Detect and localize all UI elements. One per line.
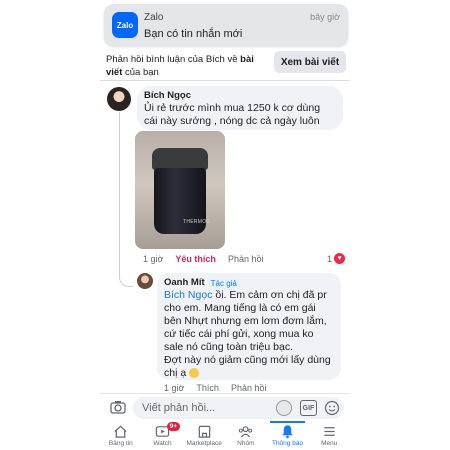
avatar[interactable] <box>107 87 131 111</box>
reaction-count[interactable]: 1 ♥ <box>327 253 346 264</box>
reply-text-2: Đợt này nó giảm cũng mới lấy dùng chị ạ <box>164 354 331 379</box>
thermos-lid <box>152 148 208 170</box>
zalo-logo: Zalo <box>112 12 138 38</box>
notice-text: Phản hồi bình luận của Bích về bài viết … <box>106 54 254 78</box>
nav-item-menu[interactable]: Menu <box>308 421 350 450</box>
nav-item-home[interactable]: Bảng tin <box>100 421 142 450</box>
marketplace-icon <box>197 425 211 438</box>
comment-bubble[interactable]: Bích Ngọc Ủi rẻ trước mình mua 1250 k cơ… <box>137 86 343 130</box>
smile-emoji-icon <box>189 368 200 379</box>
menu-icon <box>324 427 335 436</box>
reply-text: Bích Ngọc ồi. Em cảm ơn chị đã pr cho em… <box>164 289 327 353</box>
author-badge: Tác giả <box>207 277 240 289</box>
thread-line <box>119 112 133 287</box>
nav-item-watch[interactable]: 9+ Watch <box>142 421 184 450</box>
camera-icon[interactable] <box>110 400 126 414</box>
reply-time: 1 giờ <box>164 383 185 393</box>
banner-message: Bạn có tin nhắn mới <box>144 28 243 40</box>
nav-item-marketplace[interactable]: Marketplace <box>183 421 225 450</box>
view-post-button[interactable]: Xem bài viết <box>274 51 346 73</box>
heart-icon: ♥ <box>334 253 346 264</box>
comment-time: 1 giờ <box>143 254 164 264</box>
reply-button[interactable]: Phản hồi <box>228 254 264 264</box>
reply-bubble[interactable]: Oanh Mít Tác giả Bích Ngọc ồi. Em cảm ơn… <box>157 273 341 380</box>
reply-author[interactable]: Oanh Mít <box>164 277 205 289</box>
gif-icon[interactable]: GIF <box>300 400 317 416</box>
reply-avatar[interactable] <box>137 273 153 289</box>
avatar-sticker-icon[interactable] <box>276 400 292 416</box>
comment-actions: 1 giờ Yêu thích Phản hồi <box>143 254 263 264</box>
reply-like-button[interactable]: Thích <box>196 383 219 393</box>
reaction-count-value: 1 <box>327 253 333 264</box>
reply-input-placeholder: Viết phản hồi... <box>142 402 216 414</box>
reply-actions: 1 giờ Thích Phản hồi <box>164 383 266 393</box>
notification-banner[interactable]: Zalo Zalo Bạn có tin nhắn mới bây giờ <box>104 4 348 46</box>
divider <box>100 80 350 81</box>
comment-photo[interactable]: THERMOS <box>135 131 225 249</box>
reply-reply-button[interactable]: Phản hồi <box>231 383 267 393</box>
watch-badge: 9+ <box>166 422 181 431</box>
comment-text: Ủi rẻ trước mình mua 1250 k cơ dùng cái … <box>144 102 321 127</box>
banner-time: bây giờ <box>310 12 340 22</box>
emoji-icon[interactable] <box>324 400 340 416</box>
nav-item-groups[interactable]: Nhóm <box>225 421 267 450</box>
bottom-nav: Bảng tin 9+ Watch Marketplace Nhóm Thông… <box>100 421 350 450</box>
thermos-brand: THERMOS <box>183 219 211 225</box>
home-icon <box>114 425 127 438</box>
comment-author[interactable]: Bích Ngọc <box>144 90 336 102</box>
comment-input-bar: Viết phản hồi... GIF <box>100 393 350 421</box>
reply-input[interactable]: Viết phản hồi... GIF <box>133 397 344 419</box>
mention-link[interactable]: Bích Ngọc <box>164 289 212 301</box>
nav-item-notifications[interactable]: Thông báo <box>267 421 309 450</box>
groups-icon <box>239 426 253 438</box>
banner-app-name: Zalo <box>144 12 164 23</box>
bell-icon <box>282 425 293 439</box>
reply-author-row: Oanh Mít Tác giả <box>164 277 334 289</box>
like-button[interactable]: Yêu thích <box>175 254 216 264</box>
